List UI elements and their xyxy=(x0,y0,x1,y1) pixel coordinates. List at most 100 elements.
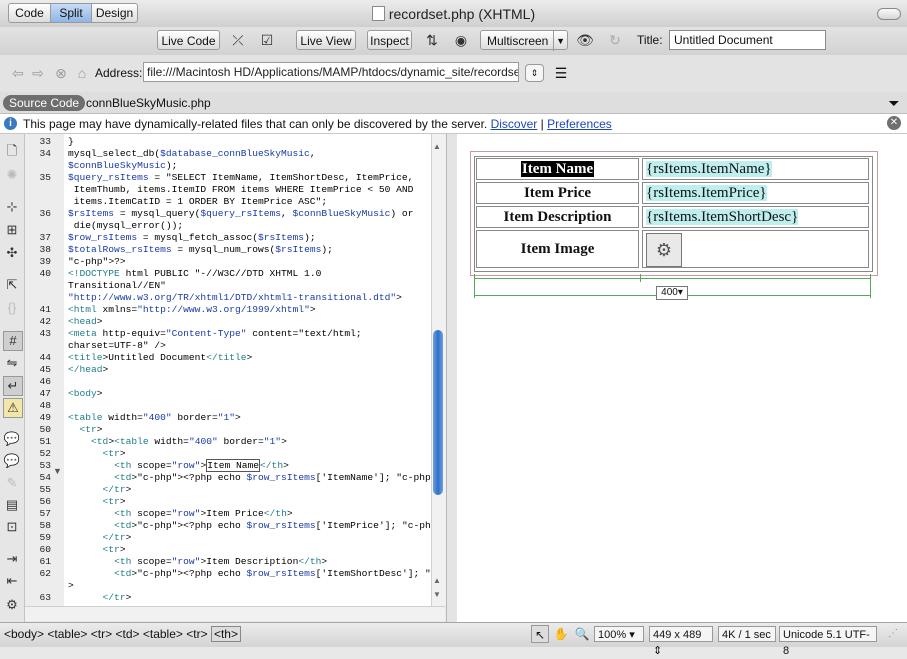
code-line[interactable]: <body> xyxy=(68,388,103,400)
move-css-icon[interactable]: ⊡ xyxy=(3,518,21,536)
code-line[interactable]: <tr> xyxy=(68,448,126,460)
code-line[interactable]: <meta http-equiv="Content-Type" content=… xyxy=(68,328,362,340)
row-header-item-description[interactable]: Item Description xyxy=(476,206,639,228)
tag-tr[interactable]: <tr> xyxy=(91,627,112,641)
code-line[interactable]: <tr> xyxy=(68,496,126,508)
code-line[interactable]: $query_rsItems = "SELECT ItemName, ItemS… xyxy=(68,172,413,184)
code-line[interactable]: </tr> xyxy=(68,532,132,544)
code-line[interactable]: items.ItemCatID = 1 ORDER BY ItemPrice A… xyxy=(68,196,327,208)
window-size-select[interactable]: 449 x 489 ⇕ xyxy=(649,626,713,657)
cell-item-price[interactable]: {rsItems.ItemPrice} xyxy=(642,182,869,204)
discover-link[interactable]: Discover xyxy=(491,117,538,131)
format-source-code-icon[interactable]: ⚙ xyxy=(3,596,21,614)
select-tool-icon[interactable]: ↖ xyxy=(531,625,549,643)
tag-body[interactable]: <body> xyxy=(4,627,44,641)
code-line[interactable]: mysql_select_db($database_connBlueSkyMus… xyxy=(68,148,316,160)
code-line[interactable]: "c-php">?> xyxy=(68,256,126,268)
stop-icon[interactable]: ⊗ xyxy=(52,64,70,82)
code-horizontal-scrollbar[interactable] xyxy=(25,606,445,621)
file-management-icon[interactable]: ⇅ xyxy=(421,31,443,49)
dynamic-text-item-name[interactable]: {rsItems.ItemName} xyxy=(646,161,772,177)
visual-aids-icon[interactable]: 👁 xyxy=(574,31,596,49)
code-line[interactable]: Transitional//EN" xyxy=(68,280,166,292)
back-icon[interactable]: ⇦ xyxy=(9,64,27,82)
tag-tr[interactable]: <tr> xyxy=(186,627,207,641)
code-line[interactable]: "http://www.w3.org/TR/xhtml1/DTD/xhtml1-… xyxy=(68,292,402,304)
dynamic-text-item-price[interactable]: {rsItems.ItemPrice} xyxy=(646,185,767,201)
document-title-input[interactable]: Untitled Document xyxy=(669,30,826,50)
code-line[interactable]: </head> xyxy=(68,364,108,376)
preferences-link[interactable]: Preferences xyxy=(547,117,612,131)
code-line[interactable]: $row_rsItems = mysql_fetch_assoc($rsItem… xyxy=(68,232,316,244)
image-placeholder-icon[interactable]: ⚙ xyxy=(646,233,682,267)
zoom-tool-icon[interactable]: 🔍 xyxy=(573,625,591,643)
code-line[interactable]: <head> xyxy=(68,316,103,328)
scroll-up-icon[interactable]: ▲ xyxy=(433,142,441,151)
code-line[interactable]: $totalRows_rsItems = mysql_num_rows($rsI… xyxy=(68,244,333,256)
outdent-code-icon[interactable]: ⇤ xyxy=(3,572,21,590)
validate-markup-icon[interactable]: ☑ xyxy=(256,31,278,49)
row-header-item-price[interactable]: Item Price xyxy=(476,182,639,204)
code-line[interactable]: <tr> xyxy=(68,544,126,556)
row-header-item-image[interactable]: Item Image xyxy=(476,230,639,268)
source-code-tab[interactable]: Source Code xyxy=(3,95,86,111)
code-line[interactable]: $connBlueSkyMusic); xyxy=(68,160,177,172)
table-width-menu[interactable]: 400▾ xyxy=(656,286,688,300)
row-header-item-name[interactable]: Item Name xyxy=(476,158,639,180)
collapse-full-tag-icon[interactable]: ⊹ xyxy=(3,198,21,216)
code-line[interactable]: <td>"c-php"><?php echo $row_rsItems['Ite… xyxy=(68,520,431,532)
cell-item-description[interactable]: {rsItems.ItemShortDesc} xyxy=(642,206,869,228)
code-line[interactable]: <tr> xyxy=(68,424,103,436)
zoom-select[interactable]: 100% ▾ xyxy=(594,626,644,642)
code-line[interactable]: die(mysql_error()); xyxy=(68,220,183,232)
code-line[interactable]: </tr> xyxy=(68,592,132,604)
code-line[interactable]: charset=UTF-8" /> xyxy=(68,340,166,352)
split-view-button[interactable]: Split xyxy=(50,3,92,23)
hand-tool-icon[interactable]: ✋ xyxy=(552,625,570,643)
code-line[interactable]: <table width="400" border="1"> xyxy=(68,412,241,424)
code-line[interactable]: <td>"c-php"><?php echo $row_rsItems['Ite… xyxy=(68,568,431,580)
browser-check-icon[interactable]: ⤫ xyxy=(227,31,249,49)
highlight-invalid-code-icon[interactable]: ⇋ xyxy=(3,354,21,372)
collapse-arrow-icon[interactable]: ▼ xyxy=(53,466,62,476)
multiscreen-dropdown[interactable]: Multiscreen ▼ xyxy=(480,30,568,51)
scroll-up-arrow-icon[interactable]: ▲ xyxy=(433,576,441,585)
code-line[interactable]: <td>"c-php"><?php echo $row_rsItems['Ite… xyxy=(68,472,431,484)
tag-td[interactable]: <td> xyxy=(115,627,139,641)
resize-grip-icon[interactable]: ⋰ xyxy=(888,628,902,642)
live-view-options-icon[interactable]: ☰ xyxy=(550,64,572,82)
open-documents-icon[interactable]: 🗋 xyxy=(3,142,21,160)
recent-snippets-icon[interactable]: ▤ xyxy=(3,496,21,514)
dynamic-text-item-description[interactable]: {rsItems.ItemShortDesc} xyxy=(646,209,799,225)
word-wrap-icon[interactable]: ↵ xyxy=(3,376,23,396)
code-line[interactable]: <th scope="row">Item Description</th> xyxy=(68,556,327,568)
design-view-button[interactable]: Design xyxy=(91,3,138,23)
close-icon[interactable]: ✕ xyxy=(887,116,901,130)
home-icon[interactable]: ⌂ xyxy=(73,64,91,82)
code-line[interactable]: <html xmlns="http://www.w3.org/1999/xhtm… xyxy=(68,304,316,316)
code-scroll-thumb[interactable] xyxy=(433,330,443,495)
code-line[interactable]: <th scope="row">Item Name</th> xyxy=(68,459,289,472)
indent-code-icon[interactable]: ⇥ xyxy=(3,550,21,568)
collapse-selection-icon[interactable]: ⊞ xyxy=(3,221,21,239)
address-history-button[interactable]: ⇕ xyxy=(525,64,544,82)
code-line[interactable]: </tr> xyxy=(68,484,132,496)
code-editor[interactable]: } mysql_select_db($database_connBlueSkyMu… xyxy=(64,134,431,606)
scroll-down-arrow-icon[interactable]: ▼ xyxy=(433,590,441,599)
apply-comment-icon[interactable]: 💬 xyxy=(3,430,21,448)
inspect-button[interactable]: Inspect xyxy=(367,30,412,50)
cell-item-name[interactable]: {rsItems.ItemName} xyxy=(642,158,869,180)
code-view-button[interactable]: Code xyxy=(8,3,51,23)
wrap-tag-icon[interactable]: ✎ xyxy=(3,474,21,492)
select-parent-tag-icon[interactable]: ⇱ xyxy=(3,276,21,294)
toolbar-toggle-button[interactable] xyxy=(877,8,901,20)
code-line[interactable]: $rsItems = mysql_query($query_rsItems, $… xyxy=(68,208,413,220)
refresh-icon[interactable]: ↻ xyxy=(604,31,626,49)
tag-th-selected[interactable]: <th> xyxy=(210,626,241,642)
balance-braces-icon[interactable]: {} xyxy=(3,299,21,317)
tag-table[interactable]: <table> xyxy=(47,627,87,641)
code-line[interactable]: > xyxy=(68,580,74,592)
code-line[interactable]: ItemThumb, items.ItemID FROM items WHERE… xyxy=(68,184,414,196)
filter-icon[interactable]: ⏷ xyxy=(886,95,902,111)
code-line[interactable]: <th scope="row">Item Price</th> xyxy=(68,508,293,520)
